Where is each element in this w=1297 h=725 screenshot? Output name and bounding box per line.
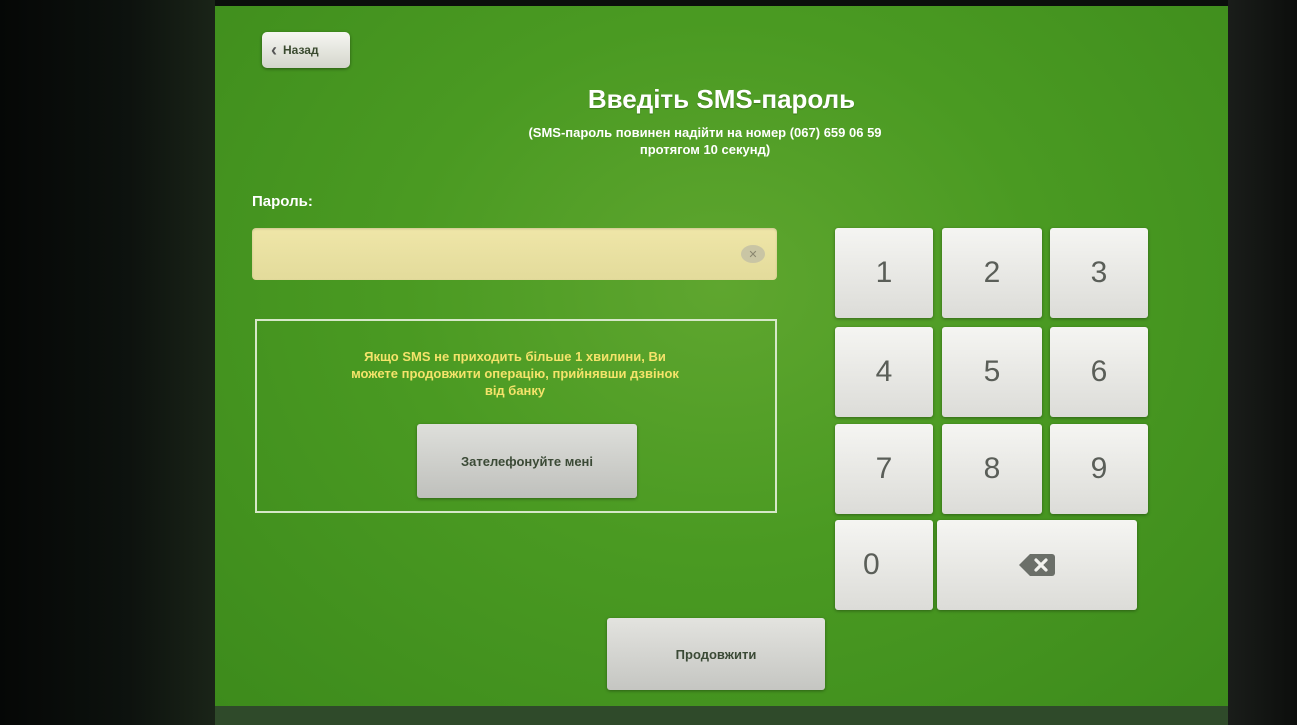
keypad-key-9[interactable]: 9 <box>1050 424 1148 514</box>
info-line-2: можете продовжити операцію, прийнявши дз… <box>351 366 679 381</box>
keypad-key-3[interactable]: 3 <box>1050 228 1148 318</box>
password-input[interactable] <box>252 228 777 280</box>
subtitle-line-2: протягом 10 секунд) <box>639 142 771 157</box>
atm-bezel-left <box>0 0 215 725</box>
keypad-key-1[interactable]: 1 <box>835 228 933 318</box>
keypad-backspace-button[interactable] <box>937 520 1137 610</box>
continue-button[interactable]: Продовжити <box>607 618 825 690</box>
keypad-key-4[interactable]: 4 <box>835 327 933 417</box>
atm-bezel-right <box>1228 0 1297 725</box>
info-message: Якщо SMS не приходить більше 1 хвилини, … <box>270 348 760 399</box>
chevron-left-icon: ‹ <box>271 40 277 60</box>
keypad-key-7[interactable]: 7 <box>835 424 933 514</box>
info-line-3: від банку <box>484 383 546 398</box>
back-button[interactable]: ‹ Назад <box>262 32 350 68</box>
keypad-key-6[interactable]: 6 <box>1050 327 1148 417</box>
clear-input-icon[interactable]: ✕ <box>741 245 765 263</box>
page-title: Введіть SMS-пароль <box>587 84 856 114</box>
atm-status-bar <box>215 706 1228 725</box>
keypad-key-5[interactable]: 5 <box>942 327 1042 417</box>
keypad-key-8[interactable]: 8 <box>942 424 1042 514</box>
info-line-1: Якщо SMS не приходить більше 1 хвилини, … <box>364 349 666 364</box>
subtitle-line-1: (SMS-пароль повинен надійти на номер (06… <box>528 125 882 140</box>
call-me-button[interactable]: Зателефонуйте мені <box>417 424 637 498</box>
back-button-label: Назад <box>283 43 319 57</box>
keypad-key-2[interactable]: 2 <box>942 228 1042 318</box>
atm-screen: ‹ Назад Введіть SMS-пароль (SMS-пароль п… <box>215 6 1228 706</box>
keypad-key-0[interactable]: 0 <box>835 520 933 610</box>
page-subtitle: (SMS-пароль повинен надійти на номер (06… <box>425 124 985 158</box>
password-label: Пароль: <box>252 193 313 210</box>
backspace-icon <box>1019 554 1055 576</box>
